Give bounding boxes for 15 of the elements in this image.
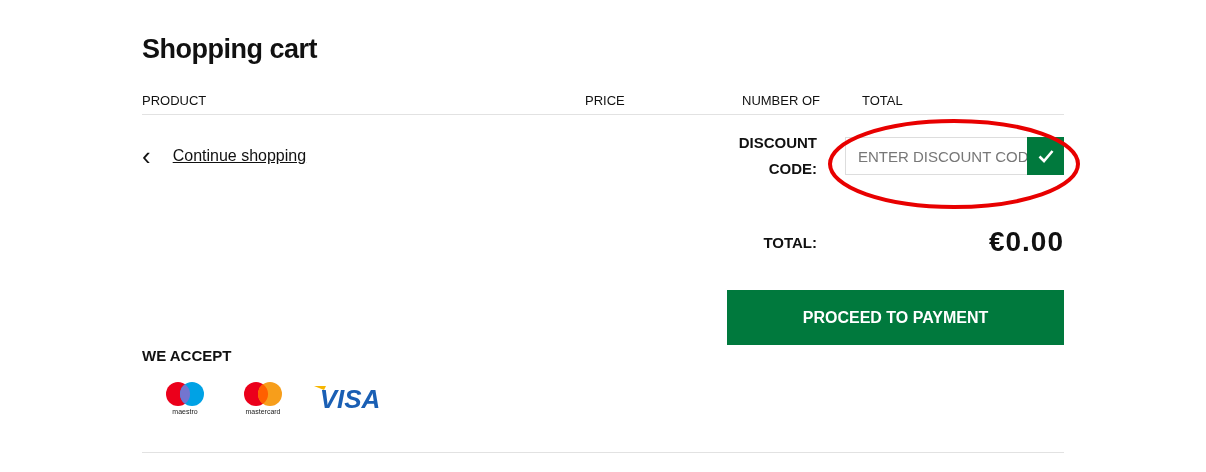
total-value: €0.00	[988, 226, 1064, 258]
apply-button[interactable]	[1027, 137, 1064, 175]
column-header: PRODUCT	[142, 93, 208, 108]
column-header: NUMBER OF	[742, 93, 821, 108]
total-label: TOTAL:	[762, 233, 817, 251]
proceed-to-payment-button[interactable]: PROCEED TO PAYMENT	[727, 290, 1064, 345]
continue-shopping-link[interactable]: ‹ Continue shopping	[142, 137, 307, 175]
column-header: PRICE	[585, 93, 626, 108]
discount-code-field[interactable]: ENTER DISCOUNT COD	[845, 137, 1027, 175]
payment-heading: WE ACCEPT	[142, 347, 233, 364]
checkmark-icon	[1037, 149, 1054, 163]
discount-label: DISCOUNT CODE:	[737, 133, 817, 179]
page-title: Shopping cart	[142, 34, 319, 65]
card-logo: VISA	[312, 380, 384, 416]
column-header: TOTAL	[862, 93, 904, 108]
